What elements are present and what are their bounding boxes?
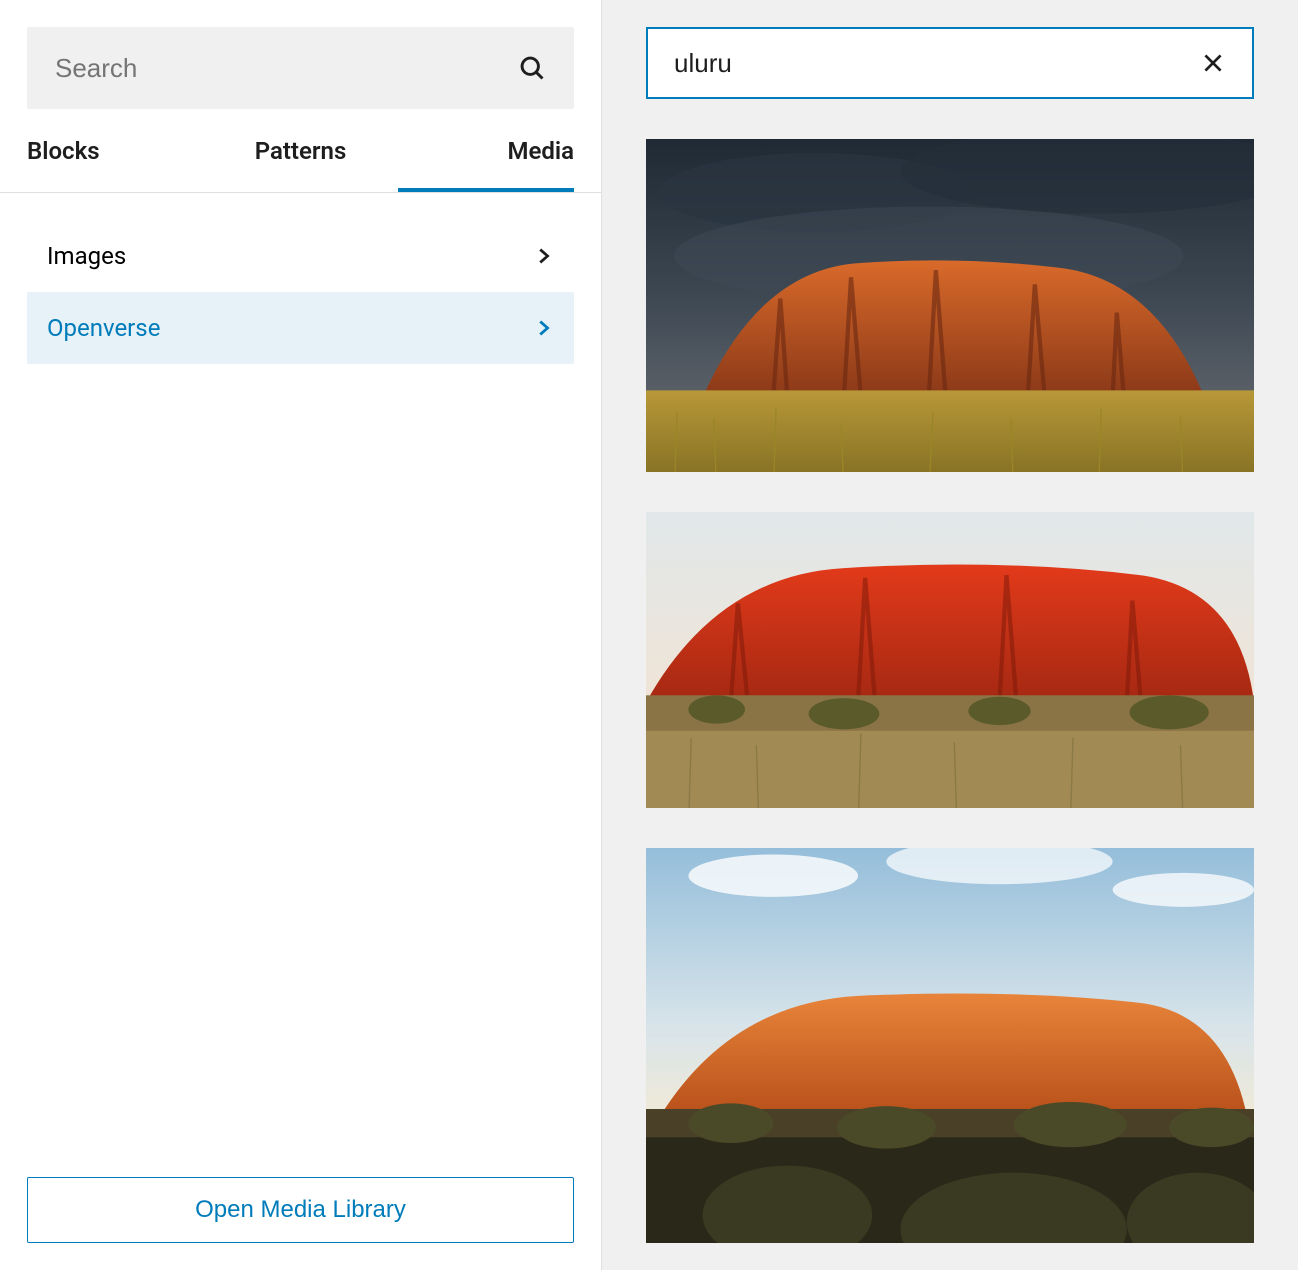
tab-patterns[interactable]: Patterns xyxy=(203,137,398,192)
media-source-images[interactable]: Images xyxy=(27,220,574,292)
media-source-list: Images Openverse xyxy=(0,193,601,364)
query-input[interactable] xyxy=(674,48,1200,79)
media-source-openverse[interactable]: Openverse xyxy=(27,292,574,364)
search-result-image[interactable] xyxy=(646,848,1254,1243)
search-result-image[interactable] xyxy=(646,512,1254,808)
chevron-right-icon xyxy=(532,317,554,339)
chevron-right-icon xyxy=(532,245,554,267)
search-container xyxy=(0,0,601,109)
open-media-library-button[interactable]: Open Media Library xyxy=(27,1177,574,1243)
results-panel xyxy=(602,0,1298,1270)
tabs: Blocks Patterns Media xyxy=(0,137,601,193)
tab-blocks[interactable]: Blocks xyxy=(27,137,203,192)
search-input[interactable] xyxy=(55,53,518,84)
query-box[interactable] xyxy=(646,27,1254,99)
spacer xyxy=(0,364,601,1150)
search-icon xyxy=(518,54,546,82)
media-source-label: Openverse xyxy=(47,314,160,342)
search-box[interactable] xyxy=(27,27,574,109)
search-result-image[interactable] xyxy=(646,139,1254,472)
media-source-label: Images xyxy=(47,242,126,270)
close-icon[interactable] xyxy=(1200,50,1226,76)
inserter-panel: Blocks Patterns Media Images Openverse O… xyxy=(0,0,602,1270)
tab-media[interactable]: Media xyxy=(398,137,574,192)
